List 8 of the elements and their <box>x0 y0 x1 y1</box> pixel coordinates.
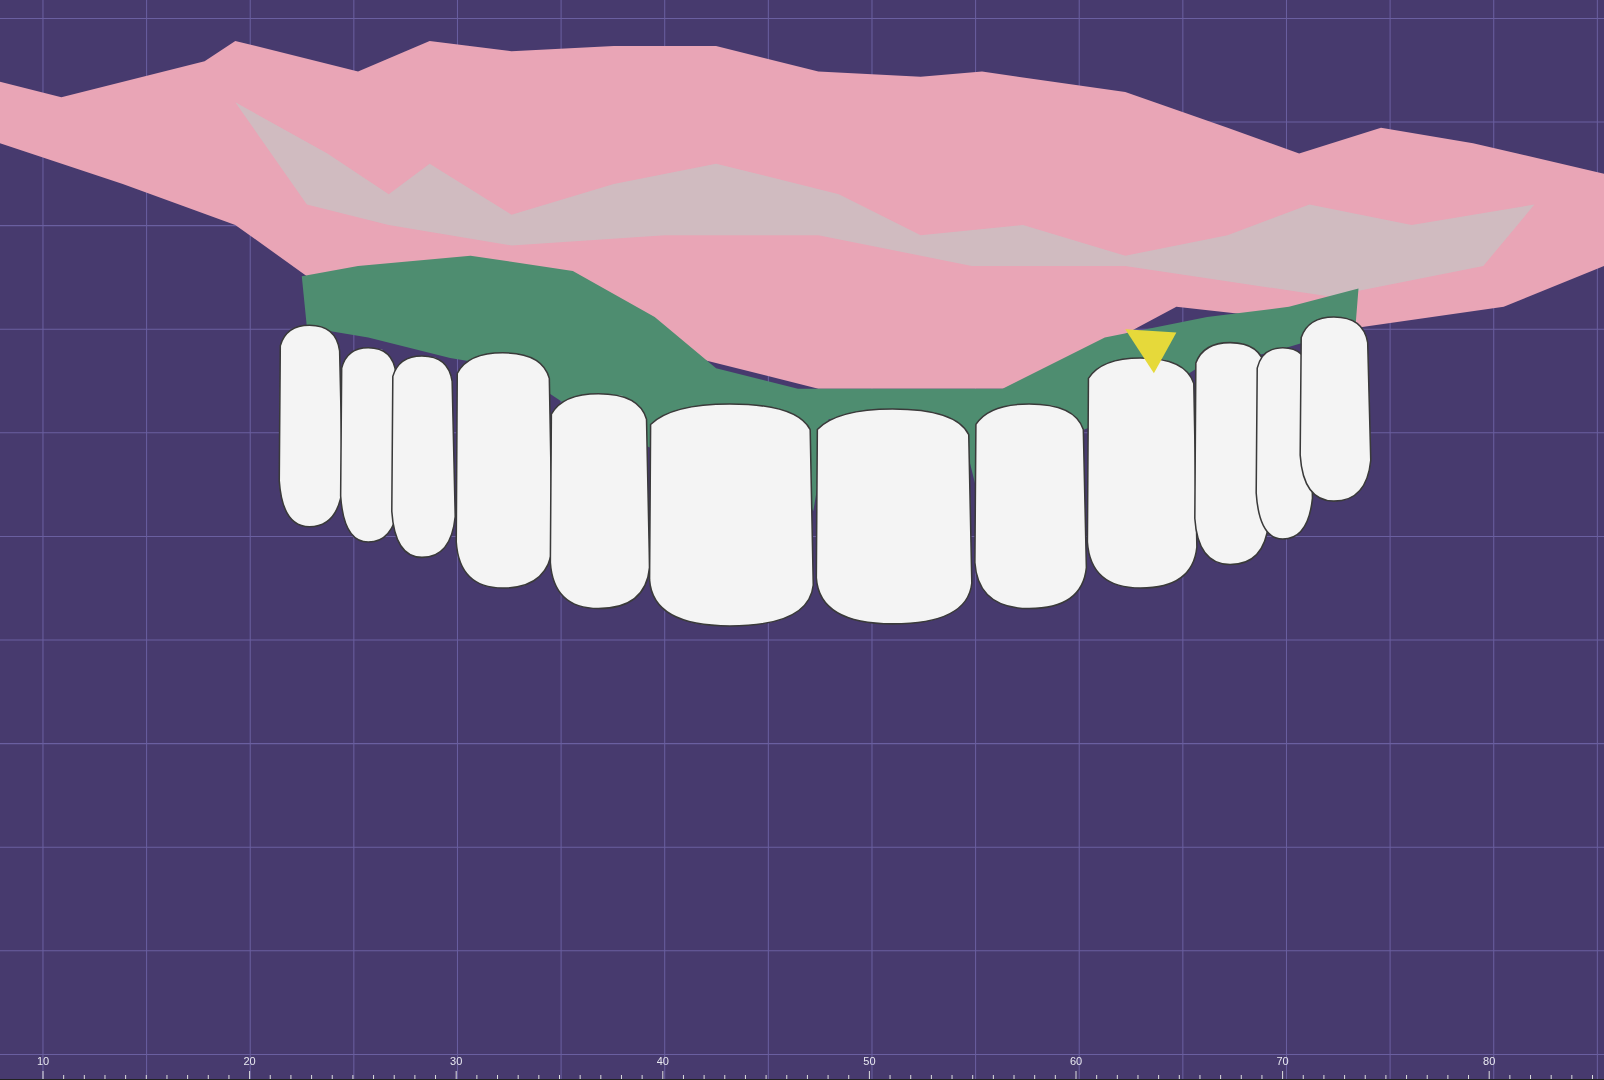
ruler-label: 40 <box>656 1054 669 1069</box>
ruler-label: 80 <box>1483 1054 1496 1069</box>
ruler-label: 20 <box>243 1054 256 1069</box>
ruler-label: 70 <box>1276 1054 1289 1069</box>
ruler-label: 30 <box>450 1054 463 1069</box>
ruler-label: 10 <box>36 1054 50 1069</box>
ruler-label: 60 <box>1069 1054 1083 1069</box>
ruler-label: 50 <box>863 1054 876 1069</box>
